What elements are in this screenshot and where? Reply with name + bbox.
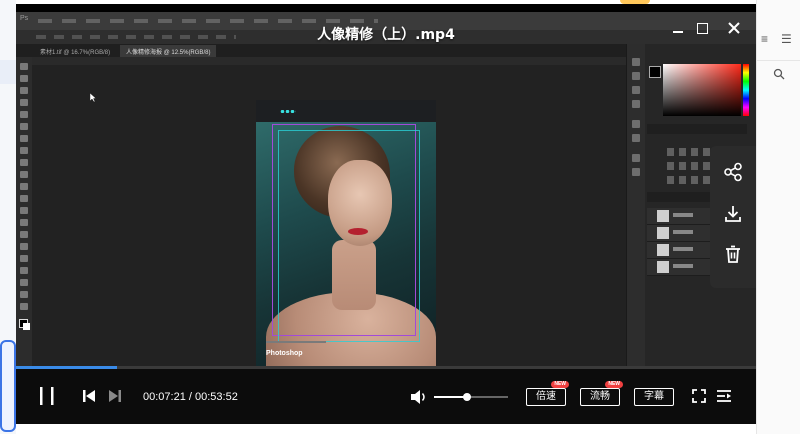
- time-display: 00:07:21 / 00:53:52: [143, 391, 238, 403]
- fullscreen-icon[interactable]: [692, 389, 706, 403]
- side-helper-tab[interactable]: [0, 340, 16, 432]
- volume-fill: [434, 396, 468, 398]
- volume-icon[interactable]: [410, 389, 428, 405]
- ps-doc-tab-active: 人像精修海报 @ 12.5%(RGB/8): [120, 45, 217, 57]
- playlist-icon[interactable]: [716, 389, 732, 403]
- video-action-panel: [710, 146, 756, 288]
- search-icon[interactable]: [773, 68, 785, 80]
- download-icon[interactable]: [723, 204, 743, 224]
- video-ps-ruler: [32, 57, 626, 65]
- ps-color-picker: [663, 64, 741, 116]
- ps-doc-tab: 素材1.tif @ 16.7%(RGB/8): [40, 50, 111, 56]
- share-icon[interactable]: [723, 162, 743, 182]
- speed-label: 倍速: [536, 391, 556, 402]
- volume-slider[interactable]: [434, 393, 508, 401]
- progress-bar[interactable]: [16, 366, 756, 369]
- maximize-icon[interactable]: [694, 20, 710, 36]
- subtitle-label: 字幕: [644, 391, 664, 402]
- sort-icon[interactable]: ≡: [761, 32, 768, 46]
- subtitle-button[interactable]: 字幕: [634, 388, 674, 406]
- video-player[interactable]: Ps 素材1.tif @ 16.7%(RGB/8) 人像精修海报 @ 12.5%…: [16, 4, 756, 424]
- close-icon[interactable]: [726, 20, 742, 36]
- ps-menu-items: [38, 19, 378, 23]
- progress-fill: [16, 366, 117, 369]
- new-badge: NEW: [605, 381, 623, 388]
- volume-knob[interactable]: [463, 393, 472, 401]
- page-left-tab: [0, 60, 16, 84]
- list-icon[interactable]: ☰: [781, 32, 792, 46]
- minimize-icon[interactable]: [670, 20, 686, 36]
- quality-label: 流畅: [590, 391, 610, 402]
- poster-dots: [280, 110, 296, 113]
- page-right-panel: ≡ ☰: [756, 0, 800, 434]
- ps-hue-slider: [743, 64, 749, 116]
- speed-button[interactable]: 倍速 NEW: [526, 381, 569, 406]
- new-badge: NEW: [551, 381, 569, 388]
- poster-caption: Photoshop: [266, 350, 303, 357]
- quality-button[interactable]: 流畅 NEW: [580, 381, 623, 406]
- video-ps-toolbar: [16, 57, 32, 367]
- trash-icon[interactable]: [723, 244, 743, 264]
- poster-frame-cyan: [278, 130, 420, 342]
- page-right-divider: [757, 60, 800, 61]
- video-ps-doc-tabs: 素材1.tif @ 16.7%(RGB/8) 人像精修海报 @ 12.5%(RG…: [16, 44, 626, 57]
- previous-icon[interactable]: [82, 389, 96, 403]
- ps-logo: Ps: [20, 15, 29, 22]
- video-ps-canvas: Photoshop: [32, 65, 626, 368]
- poster-small-text: [266, 341, 326, 343]
- player-control-bar: 00:07:21 / 00:53:52 倍速 NEW 流畅 NEW 字幕: [16, 366, 756, 424]
- video-poster-artwork: Photoshop: [256, 100, 436, 368]
- mouse-cursor-icon: [90, 93, 97, 103]
- pause-icon[interactable]: [38, 386, 56, 406]
- next-icon[interactable]: [108, 389, 122, 403]
- video-title: 人像精修（上）.mp4: [317, 27, 455, 43]
